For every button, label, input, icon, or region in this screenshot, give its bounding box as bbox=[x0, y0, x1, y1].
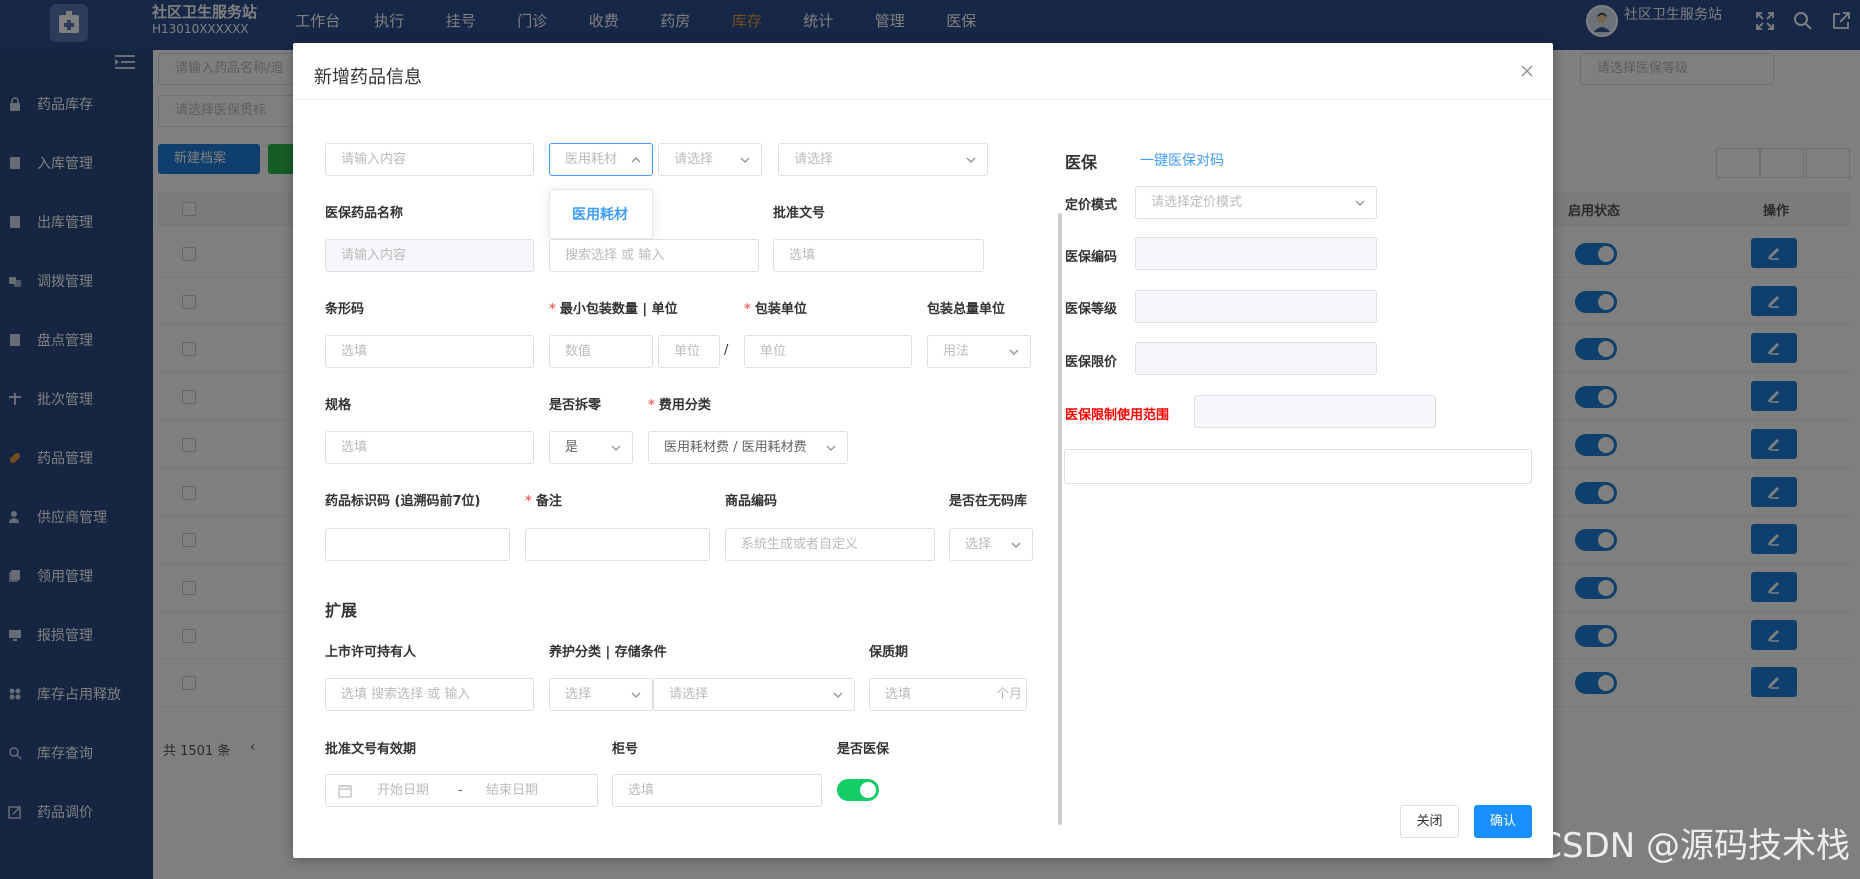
shelf-life-input[interactable]: 选填 个月 bbox=[869, 678, 1027, 711]
nocode-placeholder: 选择 bbox=[965, 537, 992, 552]
chevron-down-icon bbox=[631, 692, 641, 699]
chevron-down-icon bbox=[740, 157, 750, 164]
form-scrollbar[interactable] bbox=[1058, 213, 1062, 825]
insurance-limit-input[interactable] bbox=[1135, 342, 1377, 375]
min-pack-label-text: 最小包装数量 | 单位 bbox=[559, 302, 678, 317]
close-button[interactable]: 关闭 bbox=[1400, 805, 1459, 838]
watermark: CSDN @源码技术栈 bbox=[1538, 826, 1850, 866]
pricing-mode-label: 定价模式 bbox=[1065, 198, 1118, 213]
nocode-select[interactable]: 选择 bbox=[949, 528, 1033, 561]
insurance-code-input[interactable] bbox=[1135, 237, 1377, 270]
barcode-label: 条形码 bbox=[325, 302, 365, 317]
manufacturer-input[interactable]: 搜索选择 或 输入 bbox=[549, 239, 759, 272]
extension-section-title: 扩展 bbox=[325, 601, 358, 620]
is-insurance-label: 是否医保 bbox=[837, 742, 890, 757]
pricing-mode-select[interactable]: 请选择定价模式 bbox=[1135, 186, 1377, 219]
nocode-label: 是否在无码库 bbox=[949, 494, 1028, 509]
pack-total-label: 包装总量单位 bbox=[927, 302, 1006, 317]
approval-input[interactable]: 选填 bbox=[773, 239, 984, 272]
trace-code-label: 药品标识码 (追溯码前7位) bbox=[325, 494, 481, 509]
insurance-range-label: 医保限制使用范围 bbox=[1065, 408, 1170, 423]
storage-placeholder: 请选择 bbox=[669, 687, 709, 702]
min-pack-qty-input[interactable]: 数值 bbox=[549, 335, 653, 368]
min-pack-label: * 最小包装数量 | 单位 bbox=[549, 302, 678, 317]
remark-input[interactable] bbox=[525, 528, 710, 561]
subtype-select[interactable]: 请选择 bbox=[658, 143, 762, 176]
pack-unit-input[interactable]: 单位 bbox=[744, 335, 912, 368]
fee-value: 医用耗材费 / 医用耗材费 bbox=[664, 440, 807, 455]
product-code-input[interactable]: 系统生成或者自定义 bbox=[725, 528, 935, 561]
insurance-match-link[interactable]: 一键医保对码 bbox=[1140, 150, 1224, 170]
insurance-section-title: 医保 bbox=[1065, 153, 1098, 172]
close-icon[interactable] bbox=[1519, 63, 1535, 79]
insurance-name-input[interactable]: 请输入内容 bbox=[325, 239, 534, 272]
type-select[interactable]: 请选择 bbox=[778, 143, 988, 176]
insurance-range-input[interactable] bbox=[1194, 395, 1436, 428]
insurance-name-label: 医保药品名称 bbox=[325, 206, 404, 221]
chevron-down-icon bbox=[833, 692, 843, 699]
shelf-life-unit: 个月 bbox=[995, 687, 1022, 702]
fee-label: * 费用分类 bbox=[648, 398, 711, 413]
storage-select[interactable]: 请选择 bbox=[653, 678, 855, 711]
fee-label-text: 费用分类 bbox=[658, 398, 711, 413]
care-select[interactable]: 选择 bbox=[549, 678, 653, 711]
validity-date-range[interactable]: 开始日期 - 结束日期 bbox=[325, 774, 598, 807]
product-code-label: 商品编码 bbox=[725, 494, 778, 509]
care-placeholder: 选择 bbox=[565, 687, 592, 702]
insurance-range-textarea[interactable] bbox=[1064, 449, 1532, 484]
spec-label: 规格 bbox=[325, 398, 352, 413]
insurance-limit-label: 医保限价 bbox=[1065, 355, 1118, 370]
pack-unit-label-text: 包装单位 bbox=[754, 302, 807, 317]
insurance-level-label: 医保等级 bbox=[1065, 302, 1118, 317]
cabinet-input[interactable]: 选填 bbox=[612, 774, 822, 807]
category-dropdown: 医用耗材 bbox=[549, 189, 653, 239]
chevron-down-icon bbox=[1009, 349, 1019, 356]
is-insurance-switch[interactable] bbox=[837, 779, 879, 801]
dialog-title: 新增药品信息 bbox=[314, 67, 422, 88]
trace-code-input[interactable] bbox=[325, 528, 510, 561]
chevron-down-icon bbox=[826, 445, 836, 452]
shelf-life-placeholder: 选填 bbox=[885, 687, 912, 702]
pack-total-select[interactable]: 用法 bbox=[927, 335, 1031, 368]
slash-separator: / bbox=[724, 343, 729, 358]
validity-label: 批准文号有效期 bbox=[325, 742, 417, 757]
remark-label-text: 备注 bbox=[535, 494, 562, 509]
pack-unit-label: * 包装单位 bbox=[744, 302, 807, 317]
chevron-up-icon bbox=[631, 156, 641, 163]
min-pack-unit-input[interactable]: 单位 bbox=[658, 335, 720, 368]
confirm-button[interactable]: 确认 bbox=[1474, 805, 1532, 838]
dialog-header: 新增药品信息 bbox=[293, 43, 1553, 100]
calendar-icon bbox=[338, 785, 352, 798]
cabinet-label: 柜号 bbox=[612, 742, 639, 757]
category-value: 医用耗材 bbox=[565, 152, 618, 167]
insurance-level-input[interactable] bbox=[1135, 290, 1377, 323]
chevron-down-icon bbox=[611, 445, 621, 452]
care-label: 养护分类 | 存储条件 bbox=[549, 645, 667, 660]
chevron-down-icon bbox=[1355, 200, 1365, 207]
remark-label: * 备注 bbox=[525, 494, 562, 509]
approval-label: 批准文号 bbox=[773, 206, 826, 221]
type-placeholder: 请选择 bbox=[794, 152, 834, 167]
barcode-input[interactable]: 选填 bbox=[325, 335, 534, 368]
range-separator: - bbox=[458, 783, 463, 798]
split-value: 是 bbox=[565, 440, 579, 455]
insurance-code-label: 医保编码 bbox=[1065, 250, 1118, 265]
split-label: 是否拆零 bbox=[549, 398, 602, 413]
end-date-input[interactable]: 结束日期 bbox=[486, 775, 538, 806]
drug-name-input[interactable]: 请输入内容 bbox=[325, 143, 534, 176]
spec-input[interactable]: 选填 bbox=[325, 431, 534, 464]
split-select[interactable]: 是 bbox=[549, 431, 633, 464]
shelf-life-label: 保质期 bbox=[869, 645, 909, 660]
chevron-down-icon bbox=[966, 157, 976, 164]
category-select[interactable]: 医用耗材 bbox=[549, 143, 653, 176]
fee-select[interactable]: 医用耗材费 / 医用耗材费 bbox=[648, 431, 848, 464]
dropdown-option-medical-consumables[interactable]: 医用耗材 bbox=[572, 204, 628, 224]
chevron-down-icon bbox=[1011, 542, 1021, 549]
holder-input[interactable]: 选填 搜索选择 或 输入 bbox=[325, 678, 534, 711]
subtype-placeholder: 请选择 bbox=[674, 152, 714, 167]
start-date-input[interactable]: 开始日期 bbox=[377, 775, 429, 806]
pricing-mode-placeholder: 请选择定价模式 bbox=[1151, 195, 1243, 210]
holder-label: 上市许可持有人 bbox=[325, 645, 417, 660]
pack-total-placeholder: 用法 bbox=[943, 344, 970, 359]
